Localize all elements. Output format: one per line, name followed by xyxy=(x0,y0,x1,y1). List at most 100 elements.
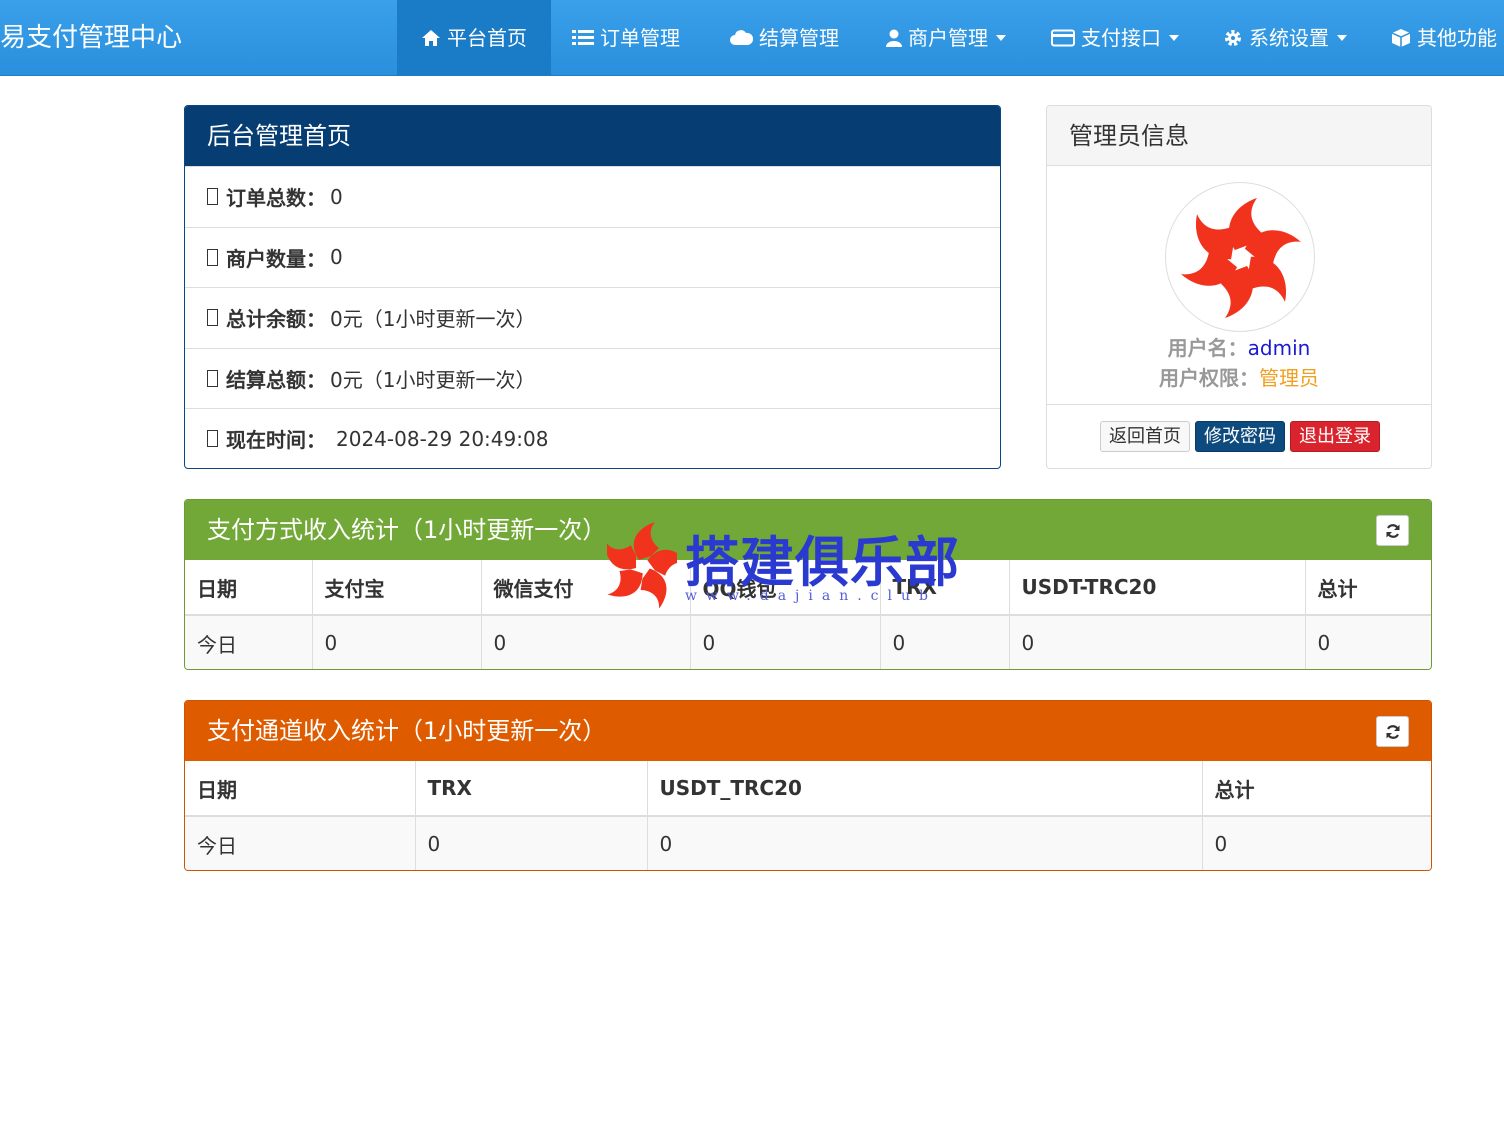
nav-other-functions[interactable]: 其他功能 xyxy=(1391,0,1497,76)
role-line: 用户权限：管理员 xyxy=(1047,362,1431,391)
table-header-row: 日期 TRX USDT_TRC20 总计 xyxy=(185,761,1431,817)
nav-payment-api-label: 支付接口 xyxy=(1081,26,1161,50)
nav-merchants[interactable]: 商户管理 xyxy=(886,0,1006,76)
channel-stats-panel: 支付通道收入统计（1小时更新一次） 日期 TRX USDT_TRC20 总计 今… xyxy=(184,700,1432,871)
app-brand[interactable]: 易支付管理中心 xyxy=(0,0,182,76)
col-trx: TRX xyxy=(415,761,648,817)
cell-total: 0 xyxy=(1202,816,1431,870)
cell-usdt-trc20: 0 xyxy=(1009,615,1306,669)
list-item: 结算总额： 0元（1小时更新一次） xyxy=(185,347,1000,409)
username-label: 用户名： xyxy=(1167,336,1248,360)
nav-other-functions-label: 其他功能 xyxy=(1417,26,1497,50)
chevron-down-icon xyxy=(996,35,1006,41)
cell-date: 今日 xyxy=(185,615,313,669)
placeholder-glyph-icon xyxy=(207,430,218,448)
dashboard-title: 后台管理首页 xyxy=(185,106,1000,166)
col-wechat: 微信支付 xyxy=(481,560,691,616)
username-value: admin xyxy=(1247,336,1311,360)
admin-info-title: 管理员信息 xyxy=(1047,106,1431,166)
method-stats-panel: 支付方式收入统计（1小时更新一次） 日期 支付宝 微信支付 QQ钱包 TRX U… xyxy=(184,499,1432,670)
cell-wechat: 0 xyxy=(481,615,691,669)
method-stats-table: 日期 支付宝 微信支付 QQ钱包 TRX USDT-TRC20 总计 今日 0 … xyxy=(185,560,1431,669)
col-date: 日期 xyxy=(185,560,313,616)
current-time-label: 现在时间： xyxy=(226,428,326,453)
username-line: 用户名：admin xyxy=(1047,332,1431,361)
nav-settlement[interactable]: 结算管理 xyxy=(729,0,839,76)
cell-date: 今日 xyxy=(185,816,416,870)
nav-settlement-label: 结算管理 xyxy=(759,26,839,50)
refresh-button[interactable] xyxy=(1376,515,1409,546)
home-icon xyxy=(422,30,440,46)
admin-info-panel: 管理员信息 用户名：admin 用户权限：管理员 返回首页 修改密码 退出登录 xyxy=(1046,105,1432,469)
cell-trx: 0 xyxy=(880,615,1010,669)
logout-button[interactable]: 退出登录 xyxy=(1290,421,1380,452)
cloud-icon xyxy=(730,30,753,45)
orders-total-label: 订单总数： xyxy=(226,186,326,211)
current-time-value: 2024-08-29 20:49:08 xyxy=(336,426,549,451)
list-item: 总计余额： 0元（1小时更新一次） xyxy=(185,287,1000,348)
nav-system-settings[interactable]: 系统设置 xyxy=(1223,0,1347,76)
nav-orders-label: 订单管理 xyxy=(600,26,680,50)
total-balance-value: 0元（1小时更新一次） xyxy=(330,307,536,332)
nav-home-label: 平台首页 xyxy=(447,26,527,50)
nav-payment-api[interactable]: 支付接口 xyxy=(1051,0,1179,76)
refresh-button[interactable] xyxy=(1376,716,1409,747)
cell-total: 0 xyxy=(1305,615,1431,669)
dashboard-panel: 后台管理首页 订单总数： 0 商户数量： 0 总计余额： 0元（1小时更新一次）… xyxy=(184,105,1001,469)
col-usdt-trc20: USDT-TRC20 xyxy=(1009,560,1306,616)
channel-stats-table: 日期 TRX USDT_TRC20 总计 今日 0 0 0 xyxy=(185,761,1431,870)
user-icon xyxy=(886,29,902,47)
card-icon xyxy=(1051,29,1075,47)
channel-stats-title: 支付通道收入统计（1小时更新一次） xyxy=(207,717,607,745)
change-password-button[interactable]: 修改密码 xyxy=(1195,421,1285,452)
col-usdt-trc20: USDT_TRC20 xyxy=(647,761,1203,817)
col-date: 日期 xyxy=(185,761,416,817)
table-row: 今日 0 0 0 xyxy=(185,816,1431,870)
method-stats-header: 支付方式收入统计（1小时更新一次） xyxy=(185,500,1431,560)
table-header-row: 日期 支付宝 微信支付 QQ钱包 TRX USDT-TRC20 总计 xyxy=(185,560,1431,616)
gear-icon xyxy=(1225,30,1241,46)
method-stats-title: 支付方式收入统计（1小时更新一次） xyxy=(207,516,607,544)
chevron-down-icon xyxy=(1169,35,1179,41)
role-value: 管理员 xyxy=(1259,366,1319,390)
nav-orders[interactable]: 订单管理 xyxy=(572,0,680,76)
pinwheel-logo-icon xyxy=(1181,198,1301,318)
list-item: 订单总数： 0 xyxy=(185,166,1000,227)
chevron-down-icon xyxy=(1337,35,1347,41)
cell-usdt-trc20: 0 xyxy=(647,816,1203,870)
nav-merchants-label: 商户管理 xyxy=(908,26,988,50)
top-navbar: 易支付管理中心 平台首页 订单管理 结算管理 商户管理 支付接口 系统设置 其他… xyxy=(0,0,1504,76)
cell-alipay: 0 xyxy=(312,615,482,669)
placeholder-glyph-icon xyxy=(207,309,218,327)
cube-icon xyxy=(1391,29,1411,47)
orders-total-value: 0 xyxy=(330,184,343,209)
col-total: 总计 xyxy=(1305,560,1431,616)
cell-qqwallet: 0 xyxy=(690,615,881,669)
table-row: 今日 0 0 0 0 0 0 xyxy=(185,615,1431,669)
settlement-total-label: 结算总额： xyxy=(226,367,326,392)
refresh-icon xyxy=(1386,724,1399,739)
col-qqwallet: QQ钱包 xyxy=(690,560,881,616)
placeholder-glyph-icon xyxy=(207,248,218,266)
role-label: 用户权限： xyxy=(1159,366,1259,390)
col-alipay: 支付宝 xyxy=(312,560,482,616)
avatar xyxy=(1165,182,1315,332)
nav-home[interactable]: 平台首页 xyxy=(397,0,551,76)
list-item: 商户数量： 0 xyxy=(185,226,1000,288)
total-balance-label: 总计余额： xyxy=(226,307,326,332)
settlement-total-value: 0元（1小时更新一次） xyxy=(330,367,536,392)
merchant-count-label: 商户数量： xyxy=(226,246,326,271)
col-trx: TRX xyxy=(880,560,1010,616)
merchant-count-value: 0 xyxy=(330,245,343,270)
list-item: 现在时间： 2024-08-29 20:49:08 xyxy=(185,408,1000,468)
placeholder-glyph-icon xyxy=(207,369,218,387)
nav-system-settings-label: 系统设置 xyxy=(1249,26,1329,50)
admin-actions: 返回首页 修改密码 退出登录 xyxy=(1047,404,1431,468)
refresh-icon xyxy=(1386,523,1399,538)
channel-stats-header: 支付通道收入统计（1小时更新一次） xyxy=(185,701,1431,761)
placeholder-glyph-icon xyxy=(207,188,218,206)
list-icon xyxy=(572,30,594,45)
cell-trx: 0 xyxy=(415,816,648,870)
back-home-button[interactable]: 返回首页 xyxy=(1100,421,1190,452)
col-total: 总计 xyxy=(1202,761,1431,817)
